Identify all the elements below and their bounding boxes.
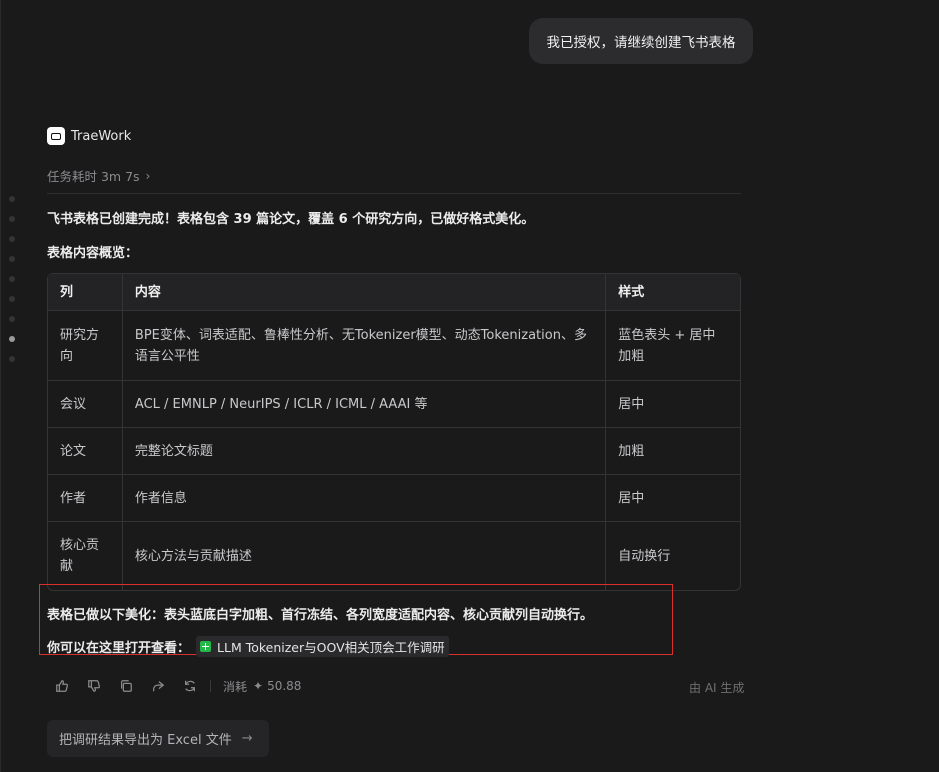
table-cell: 居中 xyxy=(606,381,740,428)
thumbs-down-icon[interactable] xyxy=(86,678,102,694)
task-duration-label: 任务耗时 3m 7s xyxy=(47,169,140,184)
chat-panel: 我已授权，请继续创建飞书表格 TraeWork 任务耗时 3m 7s › 飞书表… xyxy=(0,0,780,772)
nav-dot[interactable] xyxy=(9,356,15,362)
table-row: 作者 作者信息 居中 xyxy=(48,475,740,522)
beautify-summary: 表格已做以下美化：表头蓝底白字加粗、首行冻结、各列宽度适配内容、核心贡献列自动换… xyxy=(47,608,594,623)
open-doc-line: 你可以在这里打开查看： LLM Tokenizer与OOV相关顶会工作调研 xyxy=(47,636,449,657)
message-nav-dots xyxy=(9,196,17,376)
nav-dot[interactable] xyxy=(9,256,15,262)
feishu-sheet-link[interactable]: LLM Tokenizer与OOV相关顶会工作调研 xyxy=(196,636,449,657)
table-cell: 居中 xyxy=(606,475,740,522)
nav-dot[interactable] xyxy=(9,276,15,282)
traework-logo-icon xyxy=(47,127,65,145)
divider xyxy=(47,193,741,194)
nav-dot[interactable] xyxy=(9,236,15,242)
reply-intro-c: ，覆盖 6 个研究方向，已做好格式美化。 xyxy=(295,212,535,227)
user-message-text: 我已授权，请继续创建飞书表格 xyxy=(546,35,736,51)
nav-dot[interactable] xyxy=(9,316,15,322)
reply-intro-count: 39 篇论文 xyxy=(233,212,296,227)
table-cell: 加粗 xyxy=(606,428,740,475)
table-cell: 会议 xyxy=(48,381,123,428)
table-row: 研究方向 BPE变体、词表适配、鲁棒性分析、无Tokenizer模型、动态Tok… xyxy=(48,311,740,381)
table-header-cell: 内容 xyxy=(122,274,607,311)
overview-table: 列 内容 样式 研究方向 BPE变体、词表适配、鲁棒性分析、无Tokenizer… xyxy=(47,273,741,591)
overview-title: 表格内容概览： xyxy=(47,246,139,261)
table-cell: 自动换行 xyxy=(618,548,671,564)
copy-icon[interactable] xyxy=(118,678,134,694)
suggestion-text: 把调研结果导出为 Excel 文件 xyxy=(59,733,232,748)
table-cell: 核心方法与贡献描述 xyxy=(123,522,607,590)
reply-intro-a: 飞书表格已创建完成！表格包含 xyxy=(47,212,234,227)
ai-generated-label: 由 AI 生成 xyxy=(689,681,745,695)
spreadsheet-icon xyxy=(200,641,212,652)
agent-header: TraeWork xyxy=(47,127,131,145)
table-cell: 论文 xyxy=(48,428,123,475)
thumbs-up-icon[interactable] xyxy=(54,678,70,694)
consume-value: 50.88 xyxy=(267,679,302,693)
table-row: 会议 ACL / EMNLP / NeurIPS / ICLR / ICML /… xyxy=(48,381,740,428)
open-doc-prefix: 你可以在这里打开查看： xyxy=(47,641,191,656)
reply-intro: 飞书表格已创建完成！表格包含 39 篇论文，覆盖 6 个研究方向，已做好格式美化… xyxy=(47,208,534,227)
table-cell: ACL / EMNLP / NeurIPS / ICLR / ICML / AA… xyxy=(122,381,607,428)
sparkle-icon: ✦ xyxy=(253,679,264,693)
table-row: 核心贡献 核心方法与贡献描述 自动换行 xyxy=(48,522,740,590)
table-header-cell: 列 xyxy=(48,274,123,311)
share-icon[interactable] xyxy=(150,678,166,694)
left-border xyxy=(0,0,1,772)
table-cell: 作者 xyxy=(48,475,123,522)
table-cell: 核心贡献 xyxy=(48,522,123,590)
table-row: 论文 完整论文标题 加粗 xyxy=(48,428,740,475)
side-panel xyxy=(780,0,939,772)
nav-dot[interactable] xyxy=(9,216,15,222)
table-cell: 完整论文标题 xyxy=(122,428,607,475)
feishu-sheet-link-text: LLM Tokenizer与OOV相关顶会工作调研 xyxy=(217,640,445,655)
chevron-right-icon: › xyxy=(145,168,151,183)
consume-label: 消耗 xyxy=(223,679,248,694)
nav-dot[interactable] xyxy=(9,196,15,202)
actions-separator xyxy=(210,680,211,692)
suggestion-export-excel-button[interactable]: 把调研结果导出为 Excel 文件 → xyxy=(47,720,269,757)
arrow-right-icon: → xyxy=(241,731,253,746)
user-message-bubble: 我已授权，请继续创建飞书表格 xyxy=(529,18,753,64)
agent-name: TraeWork xyxy=(71,128,132,144)
regenerate-icon[interactable] xyxy=(182,678,198,694)
message-actions: 消耗 ✦ 50.88 xyxy=(54,677,301,695)
table-header-row: 列 内容 样式 xyxy=(48,274,740,311)
table-cell: 蓝色表头 + 居中加粗 xyxy=(606,311,740,381)
nav-dot-active[interactable] xyxy=(9,336,15,342)
table-header-cell: 样式 xyxy=(606,274,740,311)
table-cell: 研究方向 xyxy=(48,311,123,381)
table-cell: BPE变体、词表适配、鲁棒性分析、无Tokenizer模型、动态Tokeniza… xyxy=(122,311,607,381)
nav-dot[interactable] xyxy=(9,296,15,302)
task-duration-toggle[interactable]: 任务耗时 3m 7s › xyxy=(47,166,150,185)
table-cell: 作者信息 xyxy=(122,475,607,522)
